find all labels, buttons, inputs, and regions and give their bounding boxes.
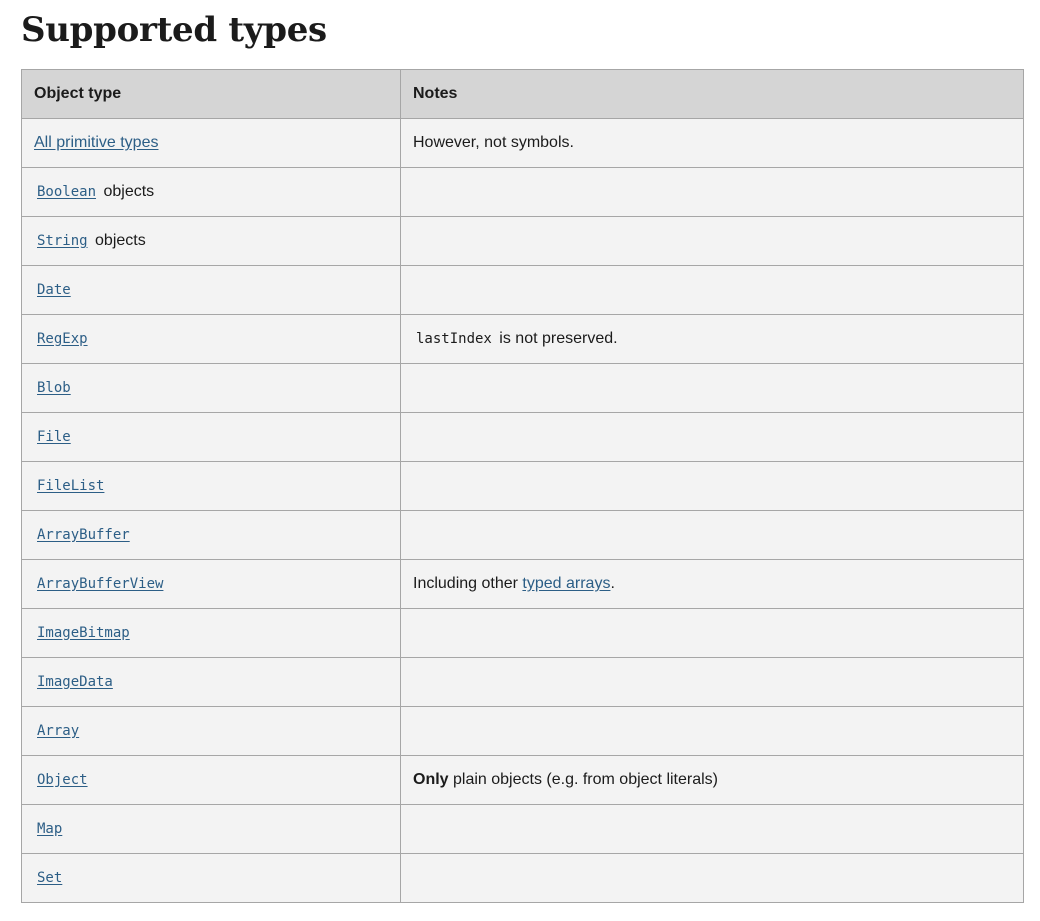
object-type-cell: Blob xyxy=(21,363,401,413)
notes-cell xyxy=(400,657,1024,707)
header-object-type: Object type xyxy=(21,69,401,119)
notes-cell: However, not symbols. xyxy=(400,118,1024,168)
object-type-cell: Boolean objects xyxy=(21,167,401,217)
object-type-cell: Array xyxy=(21,706,401,756)
object-type-suffix: objects xyxy=(99,183,155,200)
object-type-code: File xyxy=(37,429,71,445)
object-type-link[interactable]: Boolean xyxy=(34,183,99,200)
notes-cell xyxy=(400,265,1024,315)
object-type-code: Set xyxy=(37,870,63,886)
table-row: ImageBitmap xyxy=(21,608,1024,658)
object-type-cell: ArrayBufferView xyxy=(21,559,401,609)
table-row: Object Only plain objects (e.g. from obje… xyxy=(21,755,1024,805)
object-type-cell: All primitive types xyxy=(21,118,401,168)
table-row: Array xyxy=(21,706,1024,756)
notes-text: Including other xyxy=(413,575,523,592)
object-type-code: Object xyxy=(37,772,88,788)
notes-cell: lastIndex is not preserved. xyxy=(400,314,1024,364)
notes-cell xyxy=(400,412,1024,462)
table-row: Blob xyxy=(21,363,1024,413)
object-type-code: FileList xyxy=(37,478,105,494)
object-type-code: Map xyxy=(37,821,63,837)
object-type-code: RegExp xyxy=(37,331,88,347)
object-type-cell: Map xyxy=(21,804,401,854)
object-type-code: String xyxy=(37,233,88,249)
table-row: Boolean objects xyxy=(21,167,1024,217)
object-type-link[interactable]: Object xyxy=(34,771,91,788)
object-type-link[interactable]: Array xyxy=(34,722,82,739)
page-title: Supported types xyxy=(21,10,327,50)
object-type-code: ImageBitmap xyxy=(37,625,130,641)
notes-cell xyxy=(400,363,1024,413)
notes-cell xyxy=(400,706,1024,756)
table-row: Date xyxy=(21,265,1024,315)
object-type-cell: RegExp xyxy=(21,314,401,364)
object-type-link[interactable]: Blob xyxy=(34,379,74,396)
table-row: Set xyxy=(21,853,1024,903)
notes-text: is not preserved. xyxy=(494,330,618,347)
object-type-link[interactable]: All primitive types xyxy=(34,134,158,151)
object-type-cell: Date xyxy=(21,265,401,315)
object-type-link[interactable]: RegExp xyxy=(34,330,91,347)
object-type-code: ArrayBuffer xyxy=(37,527,130,543)
supported-types-table: Object type Notes All primitive types How… xyxy=(21,69,1024,903)
object-type-cell: ImageBitmap xyxy=(21,608,401,658)
notes-cell xyxy=(400,510,1024,560)
notes-cell xyxy=(400,853,1024,903)
notes-cell xyxy=(400,804,1024,854)
object-type-link[interactable]: Map xyxy=(34,820,65,837)
object-type-code: ArrayBufferView xyxy=(37,576,164,592)
notes-text: However, not symbols. xyxy=(413,134,574,151)
notes-cell xyxy=(400,608,1024,658)
object-type-suffix: objects xyxy=(90,232,146,249)
object-type-cell: Set xyxy=(21,853,401,903)
object-type-code: ImageData xyxy=(37,674,113,690)
object-type-link[interactable]: FileList xyxy=(34,477,107,494)
notes-cell: Only plain objects (e.g. from object lit… xyxy=(400,755,1024,805)
table-row: File xyxy=(21,412,1024,462)
object-type-cell: ImageData xyxy=(21,657,401,707)
object-type-link[interactable]: String xyxy=(34,232,91,249)
object-type-code: Blob xyxy=(37,380,71,396)
table-row: ImageData xyxy=(21,657,1024,707)
object-type-cell: FileList xyxy=(21,461,401,511)
object-type-cell: ArrayBuffer xyxy=(21,510,401,560)
table-row: ArrayBufferView Including other typed arr… xyxy=(21,559,1024,609)
object-type-cell: String objects xyxy=(21,216,401,266)
notes-text-after-link: . xyxy=(610,575,615,592)
object-type-link[interactable]: Set xyxy=(34,869,65,886)
table-row: Map xyxy=(21,804,1024,854)
header-notes: Notes xyxy=(400,69,1024,119)
object-type-link[interactable]: ArrayBufferView xyxy=(34,575,166,592)
table-header-row: Object type Notes xyxy=(21,69,1024,119)
object-type-link[interactable]: ImageData xyxy=(34,673,116,690)
table-row: FileList xyxy=(21,461,1024,511)
object-type-link[interactable]: ImageBitmap xyxy=(34,624,133,641)
object-type-code: Array xyxy=(37,723,80,739)
object-type-cell: Object xyxy=(21,755,401,805)
notes-text: plain objects (e.g. from object literals… xyxy=(448,771,719,788)
object-type-code: Date xyxy=(37,282,71,298)
object-type-code: Boolean xyxy=(37,184,97,200)
table-row: ArrayBuffer xyxy=(21,510,1024,560)
notes-bold: Only xyxy=(413,771,449,788)
notes-cell xyxy=(400,216,1024,266)
notes-cell xyxy=(400,167,1024,217)
notes-cell: Including other typed arrays. xyxy=(400,559,1024,609)
object-type-link[interactable]: Date xyxy=(34,281,74,298)
object-type-link[interactable]: ArrayBuffer xyxy=(34,526,133,543)
notes-cell xyxy=(400,461,1024,511)
notes-code: lastIndex xyxy=(416,331,492,347)
table-row: String objects xyxy=(21,216,1024,266)
table-row: All primitive types However, not symbols. xyxy=(21,118,1024,168)
object-type-cell: File xyxy=(21,412,401,462)
table-row: RegExp lastIndex is not preserved. xyxy=(21,314,1024,364)
object-type-link[interactable]: File xyxy=(34,428,74,445)
table-body: All primitive types However, not symbols.… xyxy=(21,118,1024,903)
notes-link[interactable]: typed arrays xyxy=(522,575,610,592)
